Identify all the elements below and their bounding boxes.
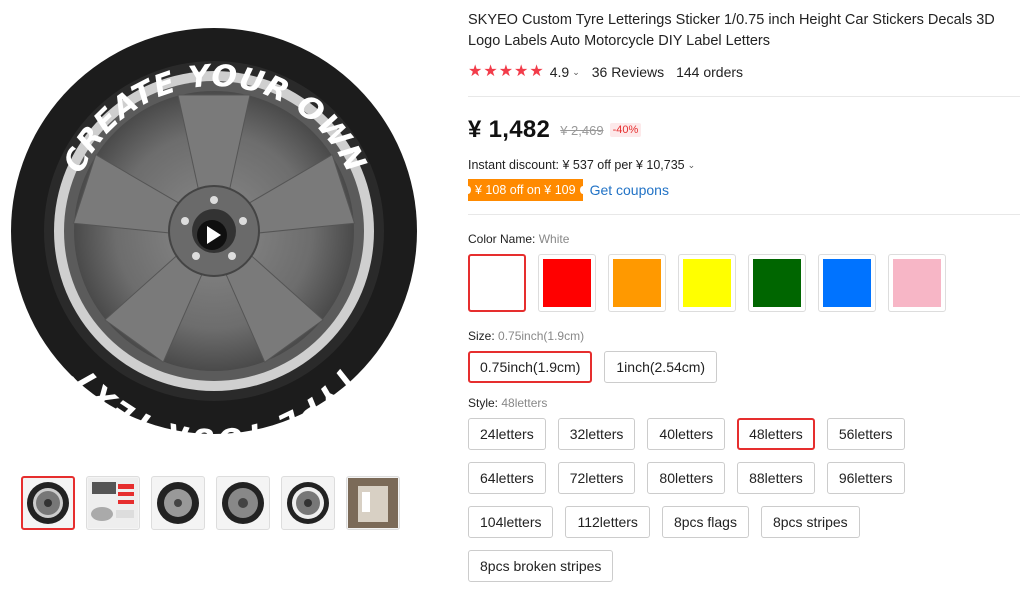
thumbnail-6[interactable] xyxy=(346,476,400,530)
thumbnail-2[interactable] xyxy=(86,476,140,530)
style-option[interactable]: 24letters xyxy=(468,418,546,450)
color-label-text: Color Name: xyxy=(468,232,536,246)
divider xyxy=(468,214,1020,215)
orders-count: 144 orders xyxy=(676,64,744,80)
style-option[interactable]: 64letters xyxy=(468,462,546,494)
star-rating: ★ ★ ★ ★ ★ xyxy=(468,64,544,80)
style-option[interactable]: 40letters xyxy=(647,418,726,450)
color-swatch-orange[interactable] xyxy=(608,254,666,312)
star-icon: ★ xyxy=(529,63,544,80)
thumbnail-5[interactable] xyxy=(281,476,335,530)
style-option[interactable]: 8pcs flags xyxy=(661,506,749,538)
color-swatch-yellow[interactable] xyxy=(678,254,736,312)
color-swatch-pink[interactable] xyxy=(888,254,946,312)
product-title: SKYEO Custom Tyre Letterings Sticker 1/0… xyxy=(468,12,995,49)
reviews-link[interactable]: 36 Reviews xyxy=(592,64,664,80)
thumbnail-strip xyxy=(21,476,400,530)
style-option[interactable]: 88letters xyxy=(737,462,815,494)
style-label-text: Style: xyxy=(468,396,499,410)
style-option[interactable]: 96letters xyxy=(826,462,905,494)
star-icon: ★ xyxy=(483,63,498,80)
thumbnail-3[interactable] xyxy=(151,476,205,530)
size-options: 0.75inch(1.9cm) 1inch(2.54cm) xyxy=(468,351,938,383)
size-selected-value: 0.75inch(1.9cm) xyxy=(498,329,585,343)
style-option[interactable]: 56letters xyxy=(826,418,905,450)
style-option[interactable]: 112letters xyxy=(565,506,650,538)
color-label: Color Name: White xyxy=(468,232,1020,246)
size-label-text: Size: xyxy=(468,329,495,343)
swatch-fill xyxy=(613,259,661,307)
style-option[interactable]: 8pcs stripes xyxy=(760,506,860,538)
swatch-fill xyxy=(823,259,871,307)
color-swatches xyxy=(468,254,1020,312)
color-selected-value: White xyxy=(538,232,570,246)
price-row: ¥ 1,482 ¥ 2,469 -40% xyxy=(468,115,1020,145)
thumbnail-1[interactable] xyxy=(21,476,75,530)
style-option[interactable]: 72letters xyxy=(557,462,636,494)
thumbnail-4[interactable] xyxy=(216,476,270,530)
style-option[interactable]: 48letters xyxy=(737,418,815,450)
size-option[interactable]: 1inch(2.54cm) xyxy=(604,351,718,383)
product-info-panel: SKYEO Custom Tyre Letterings Sticker 1/0… xyxy=(465,0,1020,582)
coupon-tag: ¥ 108 off on ¥ 109 xyxy=(465,179,586,201)
play-icon[interactable] xyxy=(197,220,227,250)
chevron-down-icon[interactable]: ⌄ xyxy=(572,67,580,78)
swatch-fill xyxy=(473,259,521,307)
style-label: Style: 48letters xyxy=(468,396,1020,410)
color-swatch-blue[interactable] xyxy=(818,254,876,312)
color-swatch-green[interactable] xyxy=(748,254,806,312)
star-icon: ★ xyxy=(514,63,529,80)
instant-discount-text: Instant discount: ¥ 537 off per ¥ 10,735 xyxy=(468,158,685,172)
star-icon: ★ xyxy=(498,63,514,80)
original-price: ¥ 2,469 xyxy=(560,122,604,138)
swatch-fill xyxy=(683,259,731,307)
color-swatch-red[interactable] xyxy=(538,254,596,312)
swatch-fill xyxy=(543,259,591,307)
swatch-fill xyxy=(753,259,801,307)
size-option[interactable]: 0.75inch(1.9cm) xyxy=(468,351,593,383)
swatch-fill xyxy=(893,259,941,307)
style-selected-value: 48letters xyxy=(501,396,548,410)
style-option[interactable]: 8pcs broken stripes xyxy=(468,550,614,582)
coupon-row: ¥ 108 off on ¥ 109 Get coupons xyxy=(465,179,1020,201)
color-swatch-white[interactable] xyxy=(468,254,526,312)
style-option[interactable]: 80letters xyxy=(647,462,726,494)
instant-discount[interactable]: Instant discount: ¥ 537 off per ¥ 10,735… xyxy=(468,158,1020,172)
style-option[interactable]: 104letters xyxy=(468,506,554,538)
star-icon: ★ xyxy=(468,63,483,80)
style-option[interactable]: 32letters xyxy=(557,418,636,450)
divider xyxy=(468,96,1020,97)
main-product-image[interactable]: CREATE YOUR OWN TYPE YOUR TEXT xyxy=(0,0,455,462)
rating-value[interactable]: 4.9 xyxy=(550,64,569,80)
size-label: Size: 0.75inch(1.9cm) xyxy=(468,329,1020,343)
style-options: 24letters 32letters 40letters 48letters … xyxy=(468,418,938,582)
current-price: ¥ 1,482 xyxy=(468,116,551,143)
rating-row: ★ ★ ★ ★ ★ 4.9 ⌄ 36 Reviews 144 orders xyxy=(468,62,1020,82)
get-coupons-link[interactable]: Get coupons xyxy=(590,182,669,198)
chevron-down-icon[interactable]: ⌄ xyxy=(688,160,696,171)
discount-badge: -40% xyxy=(609,123,642,137)
